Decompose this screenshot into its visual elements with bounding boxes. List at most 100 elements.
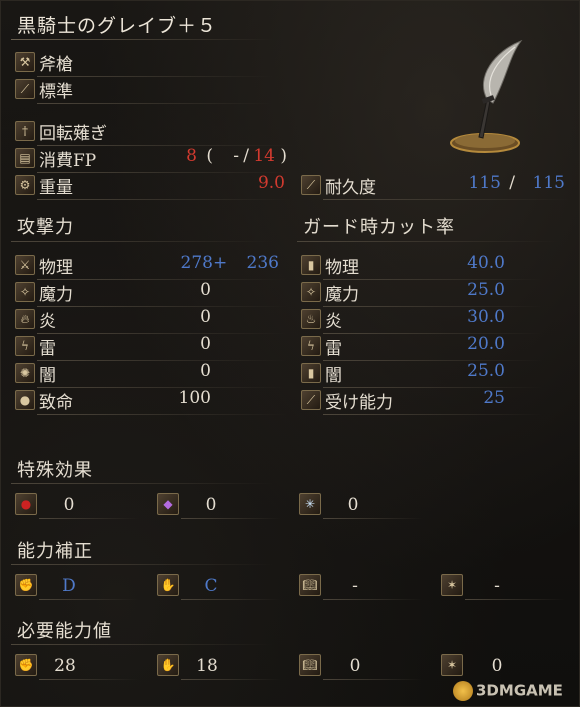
weight-value: 9.0	[257, 173, 285, 193]
fp-close: )	[280, 146, 287, 166]
requirements-heading: 必要能力値	[17, 621, 112, 642]
dexterity-scaling-cell: ✋	[157, 574, 179, 596]
special-effects-heading: 特殊効果	[17, 460, 93, 481]
poison-value: 0	[205, 495, 217, 515]
dexterity-requirement-cell: ✋	[157, 654, 179, 676]
guard-label: 雷	[325, 338, 342, 359]
weapon-name: 黒騎士のグレイブ＋５	[17, 15, 218, 37]
intelligence-scaling-value: -	[352, 576, 358, 596]
fp-open: (	[206, 146, 213, 166]
intelligence-scaling-cell: 📖︎	[299, 574, 321, 596]
divider	[11, 644, 273, 645]
attack-row-physical: ⚔ 物理	[15, 253, 73, 278]
guard-row-stability: ⟋ 受け能力	[301, 388, 393, 413]
affinity-label: 標準	[39, 81, 73, 102]
attack-label: 炎	[39, 311, 56, 332]
guard-label: 闇	[325, 365, 342, 386]
poison-icon: ◆	[157, 493, 179, 515]
guard-heading: ガード時カット率	[303, 217, 455, 238]
intelligence-book-icon: 📖︎	[299, 654, 321, 676]
attack-row-magic: ✧ 魔力	[15, 280, 73, 305]
guard-label: 物理	[325, 257, 359, 278]
halberd-icon: ⚒	[15, 52, 35, 72]
watermark: 3DMGAME	[453, 681, 563, 701]
divider	[323, 306, 543, 307]
guard-dark-value: 25.0	[467, 361, 505, 381]
bleed-value: 0	[63, 495, 75, 515]
dark-icon: ✺	[15, 363, 35, 383]
frost-icon: ✳	[299, 493, 321, 515]
magic-guard-icon: ✧	[301, 282, 321, 302]
durability-label: 耐久度	[325, 177, 376, 198]
guard-row-dark: ▮ 闇	[301, 361, 342, 386]
focus-points-icon: ▤	[15, 148, 35, 168]
divider	[323, 360, 543, 361]
attack-lightning-value: 0	[200, 334, 211, 354]
dexterity-icon: ✋	[157, 654, 179, 676]
divider	[39, 518, 139, 519]
attack-row-critical: ● 致命	[15, 388, 73, 413]
skill-row: † 回転薙ぎ	[15, 119, 107, 144]
magic-icon: ✧	[15, 282, 35, 302]
faith-icon: ✶	[441, 574, 463, 596]
divider	[323, 679, 423, 680]
divider	[323, 199, 571, 200]
durability-sep: /	[509, 173, 515, 193]
faith-requirement-value: 0	[491, 656, 503, 676]
durability-max: 115	[532, 173, 565, 193]
weight-icon: ⚙	[15, 175, 35, 195]
faith-icon: ✶	[441, 654, 463, 676]
guard-row-magic: ✧ 魔力	[301, 280, 359, 305]
fire-guard-icon: ♨	[301, 309, 321, 329]
divider	[11, 483, 273, 484]
divider	[181, 599, 281, 600]
title-divider	[11, 39, 273, 40]
guard-lightning-value: 20.0	[467, 334, 505, 354]
faith-scaling-cell: ✶	[441, 574, 463, 596]
divider	[39, 599, 139, 600]
divider	[323, 414, 543, 415]
divider	[11, 564, 273, 565]
attack-physical-plus: +	[213, 253, 228, 273]
attack-label: 雷	[39, 338, 56, 359]
attack-label: 致命	[39, 392, 73, 413]
guard-magic-value: 25.0	[467, 280, 505, 300]
attack-dark-value: 0	[200, 361, 211, 381]
poison-effect-cell: ◆	[157, 493, 179, 515]
divider	[39, 679, 139, 680]
attack-heading: 攻撃力	[17, 217, 74, 238]
lightning-icon: ϟ	[15, 336, 35, 356]
bleed-icon: ●	[15, 493, 37, 515]
lightning-guard-icon: ϟ	[301, 336, 321, 356]
intelligence-book-icon: 📖︎	[299, 574, 321, 596]
watermark-text: 3DMGAME	[476, 681, 563, 700]
divider	[181, 679, 281, 680]
divider	[37, 103, 273, 104]
watermark-logo-icon	[453, 681, 473, 701]
divider	[297, 241, 559, 242]
weapon-type-label: 斧槍	[39, 54, 73, 75]
guard-label: 受け能力	[325, 392, 393, 413]
divider	[465, 599, 565, 600]
weight-label: 重量	[39, 177, 73, 198]
faith-scaling-value: -	[494, 576, 500, 596]
fp-slash: /	[243, 146, 249, 166]
divider	[181, 518, 281, 519]
divider	[323, 599, 423, 600]
fp-label: 消費FP	[39, 150, 97, 171]
attack-physical-bonus: 236	[246, 253, 279, 273]
attack-row-lightning: ϟ 雷	[15, 334, 56, 359]
dexterity-requirement-value: 18	[196, 656, 218, 676]
divider	[37, 306, 287, 307]
strength-scaling-cell: ✊	[15, 574, 37, 596]
durability-current: 115	[468, 173, 501, 193]
attack-label: 魔力	[39, 284, 73, 305]
critical-icon: ●	[15, 390, 35, 410]
sword-skill-icon: †	[15, 121, 35, 141]
dexterity-icon: ✋	[157, 574, 179, 596]
fp-current: 14	[253, 146, 275, 166]
attack-magic-value: 0	[200, 280, 211, 300]
dark-guard-icon: ▮	[301, 363, 321, 383]
weapon-image	[450, 39, 523, 153]
guard-stability-value: 25	[483, 388, 505, 408]
